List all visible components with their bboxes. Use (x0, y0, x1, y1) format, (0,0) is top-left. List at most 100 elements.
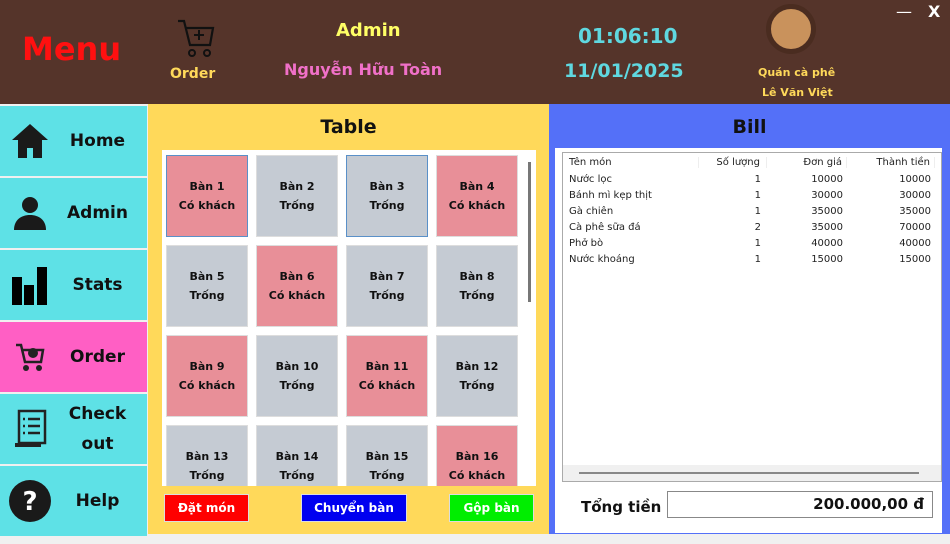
cell: 1 (754, 189, 761, 201)
table-tile[interactable]: Bàn 13 Trống (166, 425, 248, 486)
user-icon (0, 194, 60, 232)
table-status: Trống (279, 199, 315, 212)
sidebar-item-label: Stats (72, 275, 123, 295)
table-status: Trống (369, 199, 405, 212)
table-name: Bàn 13 (185, 450, 229, 463)
table-name: Bàn 6 (279, 270, 315, 283)
cell: 35000 (811, 205, 843, 217)
column-header[interactable]: Số lượng (699, 156, 767, 168)
table-tile[interactable]: Bàn 11 Có khách (346, 335, 428, 417)
sidebar-item-checkout[interactable]: Check out (0, 394, 147, 464)
shop-name-line2: Lê Văn Việt (762, 86, 833, 99)
bill-title: Bill (732, 116, 767, 138)
sidebar-item-label: Home (69, 131, 126, 151)
cell: Nước khoáng (569, 253, 635, 265)
bar-chart-icon (0, 265, 60, 305)
cell: Nước lọc (569, 173, 613, 185)
sidebar-item-stats[interactable]: Stats (0, 250, 147, 320)
table-name: Bàn 3 (369, 180, 405, 193)
table-row[interactable]: Phở bò 1 40000 40000 (563, 235, 941, 251)
menu-title: Menu (22, 30, 122, 68)
cell: 40000 (899, 237, 931, 249)
clock-date: 11/01/2025 (564, 60, 684, 82)
table-row[interactable]: Bánh mì kẹp thịt 1 30000 30000 (563, 187, 941, 203)
table-name: Bàn 9 (189, 360, 225, 373)
sidebar-item-label: Check out (68, 404, 127, 454)
cell: Cà phê sữa đá (569, 221, 641, 233)
table-status: Có khách (178, 379, 236, 392)
cell: 30000 (899, 189, 931, 201)
table-tile[interactable]: Bàn 4 Có khách (436, 155, 518, 237)
column-header[interactable]: Thành tiền (847, 156, 935, 168)
order-button[interactable]: Đặt món (164, 494, 249, 522)
table-name: Bàn 12 (455, 360, 499, 373)
receipt-icon (0, 409, 60, 449)
table-status: Trống (459, 379, 495, 392)
close-button[interactable]: X (928, 2, 940, 21)
vertical-scrollbar[interactable] (528, 162, 531, 302)
table-name: Bàn 8 (459, 270, 495, 283)
bill-list[interactable]: Tên món Số lượng Đơn giá Thành tiền Nước… (562, 152, 942, 482)
horizontal-scrollbar[interactable] (563, 465, 941, 481)
table-tile[interactable]: Bàn 3 Trống (346, 155, 428, 237)
column-header[interactable]: Đơn giá (767, 156, 847, 168)
column-header[interactable]: Tên món (563, 156, 699, 168)
cell: 30000 (811, 189, 843, 201)
sidebar-item-label: Order (70, 347, 125, 367)
table-row[interactable]: Cà phê sữa đá 2 35000 70000 (563, 219, 941, 235)
cell: 1 (754, 237, 761, 249)
cart-check-icon (0, 342, 60, 372)
table-tile[interactable]: Bàn 15 Trống (346, 425, 428, 486)
table-status: Có khách (178, 199, 236, 212)
table-name: Bàn 5 (189, 270, 225, 283)
clock-time: 01:06:10 (578, 24, 678, 48)
table-tile[interactable]: Bàn 10 Trống (256, 335, 338, 417)
table-tile[interactable]: Bàn 14 Trống (256, 425, 338, 486)
coffee-logo (766, 4, 816, 54)
table-panel: Table Bàn 1 Có khách Bàn 2 Trống Bàn 3 Trống B… (148, 104, 549, 534)
table-name: Bàn 11 (365, 360, 409, 373)
cell: Gà chiên (569, 205, 614, 217)
table-status: Trống (279, 469, 315, 482)
header-bar: Menu Order Admin Nguyễn Hữu Toàn 01:06:1… (0, 0, 950, 104)
table-tile[interactable]: Bàn 12 Trống (436, 335, 518, 417)
cell: 35000 (811, 221, 843, 233)
table-status: Trống (189, 469, 225, 482)
sidebar-item-home[interactable]: Home (0, 106, 147, 176)
table-tile[interactable]: Bàn 7 Trống (346, 245, 428, 327)
table-row[interactable]: Nước lọc 1 10000 10000 (563, 171, 941, 187)
table-row[interactable]: Gà chiên 1 35000 35000 (563, 203, 941, 219)
table-tile[interactable]: Bàn 2 Trống (256, 155, 338, 237)
table-status: Trống (459, 289, 495, 302)
table-tile[interactable]: Bàn 5 Trống (166, 245, 248, 327)
sidebar-item-order[interactable]: Order (0, 322, 147, 392)
role-label: Admin (336, 20, 401, 41)
table-status: Có khách (448, 199, 506, 212)
table-tile[interactable]: Bàn 16 Có khách (436, 425, 518, 486)
merge-table-button[interactable]: Gộp bàn (449, 494, 534, 522)
table-tile[interactable]: Bàn 1 Có khách (166, 155, 248, 237)
bill-body: Tên món Số lượng Đơn giá Thành tiền Nước… (555, 148, 942, 533)
cell: 1 (754, 205, 761, 217)
sidebar-item-help[interactable]: ? Help (0, 466, 147, 536)
minimize-button[interactable]: — (896, 2, 912, 21)
table-row[interactable]: Nước khoáng 1 15000 15000 (563, 251, 941, 267)
table-status: Có khách (268, 289, 326, 302)
cell: 70000 (899, 221, 931, 233)
help-icon: ? (0, 479, 60, 523)
table-tile[interactable]: Bàn 8 Trống (436, 245, 518, 327)
order-label: Order (170, 66, 216, 82)
table-name: Bàn 10 (275, 360, 319, 373)
sidebar-item-admin[interactable]: Admin (0, 178, 147, 248)
cell: Phở bò (569, 237, 604, 249)
cell: Bánh mì kẹp thịt (569, 189, 652, 201)
cart-plus-icon[interactable] (176, 18, 216, 64)
table-tile[interactable]: Bàn 6 Có khách (256, 245, 338, 327)
move-table-button[interactable]: Chuyển bàn (301, 494, 407, 522)
bill-panel: Bill Tên món Số lượng Đơn giá Thành tiền… (549, 104, 950, 534)
table-tile[interactable]: Bàn 9 Có khách (166, 335, 248, 417)
sidebar-item-label: Admin (67, 203, 128, 223)
cell: 2 (754, 221, 761, 233)
cell: 40000 (811, 237, 843, 249)
cell: 35000 (899, 205, 931, 217)
